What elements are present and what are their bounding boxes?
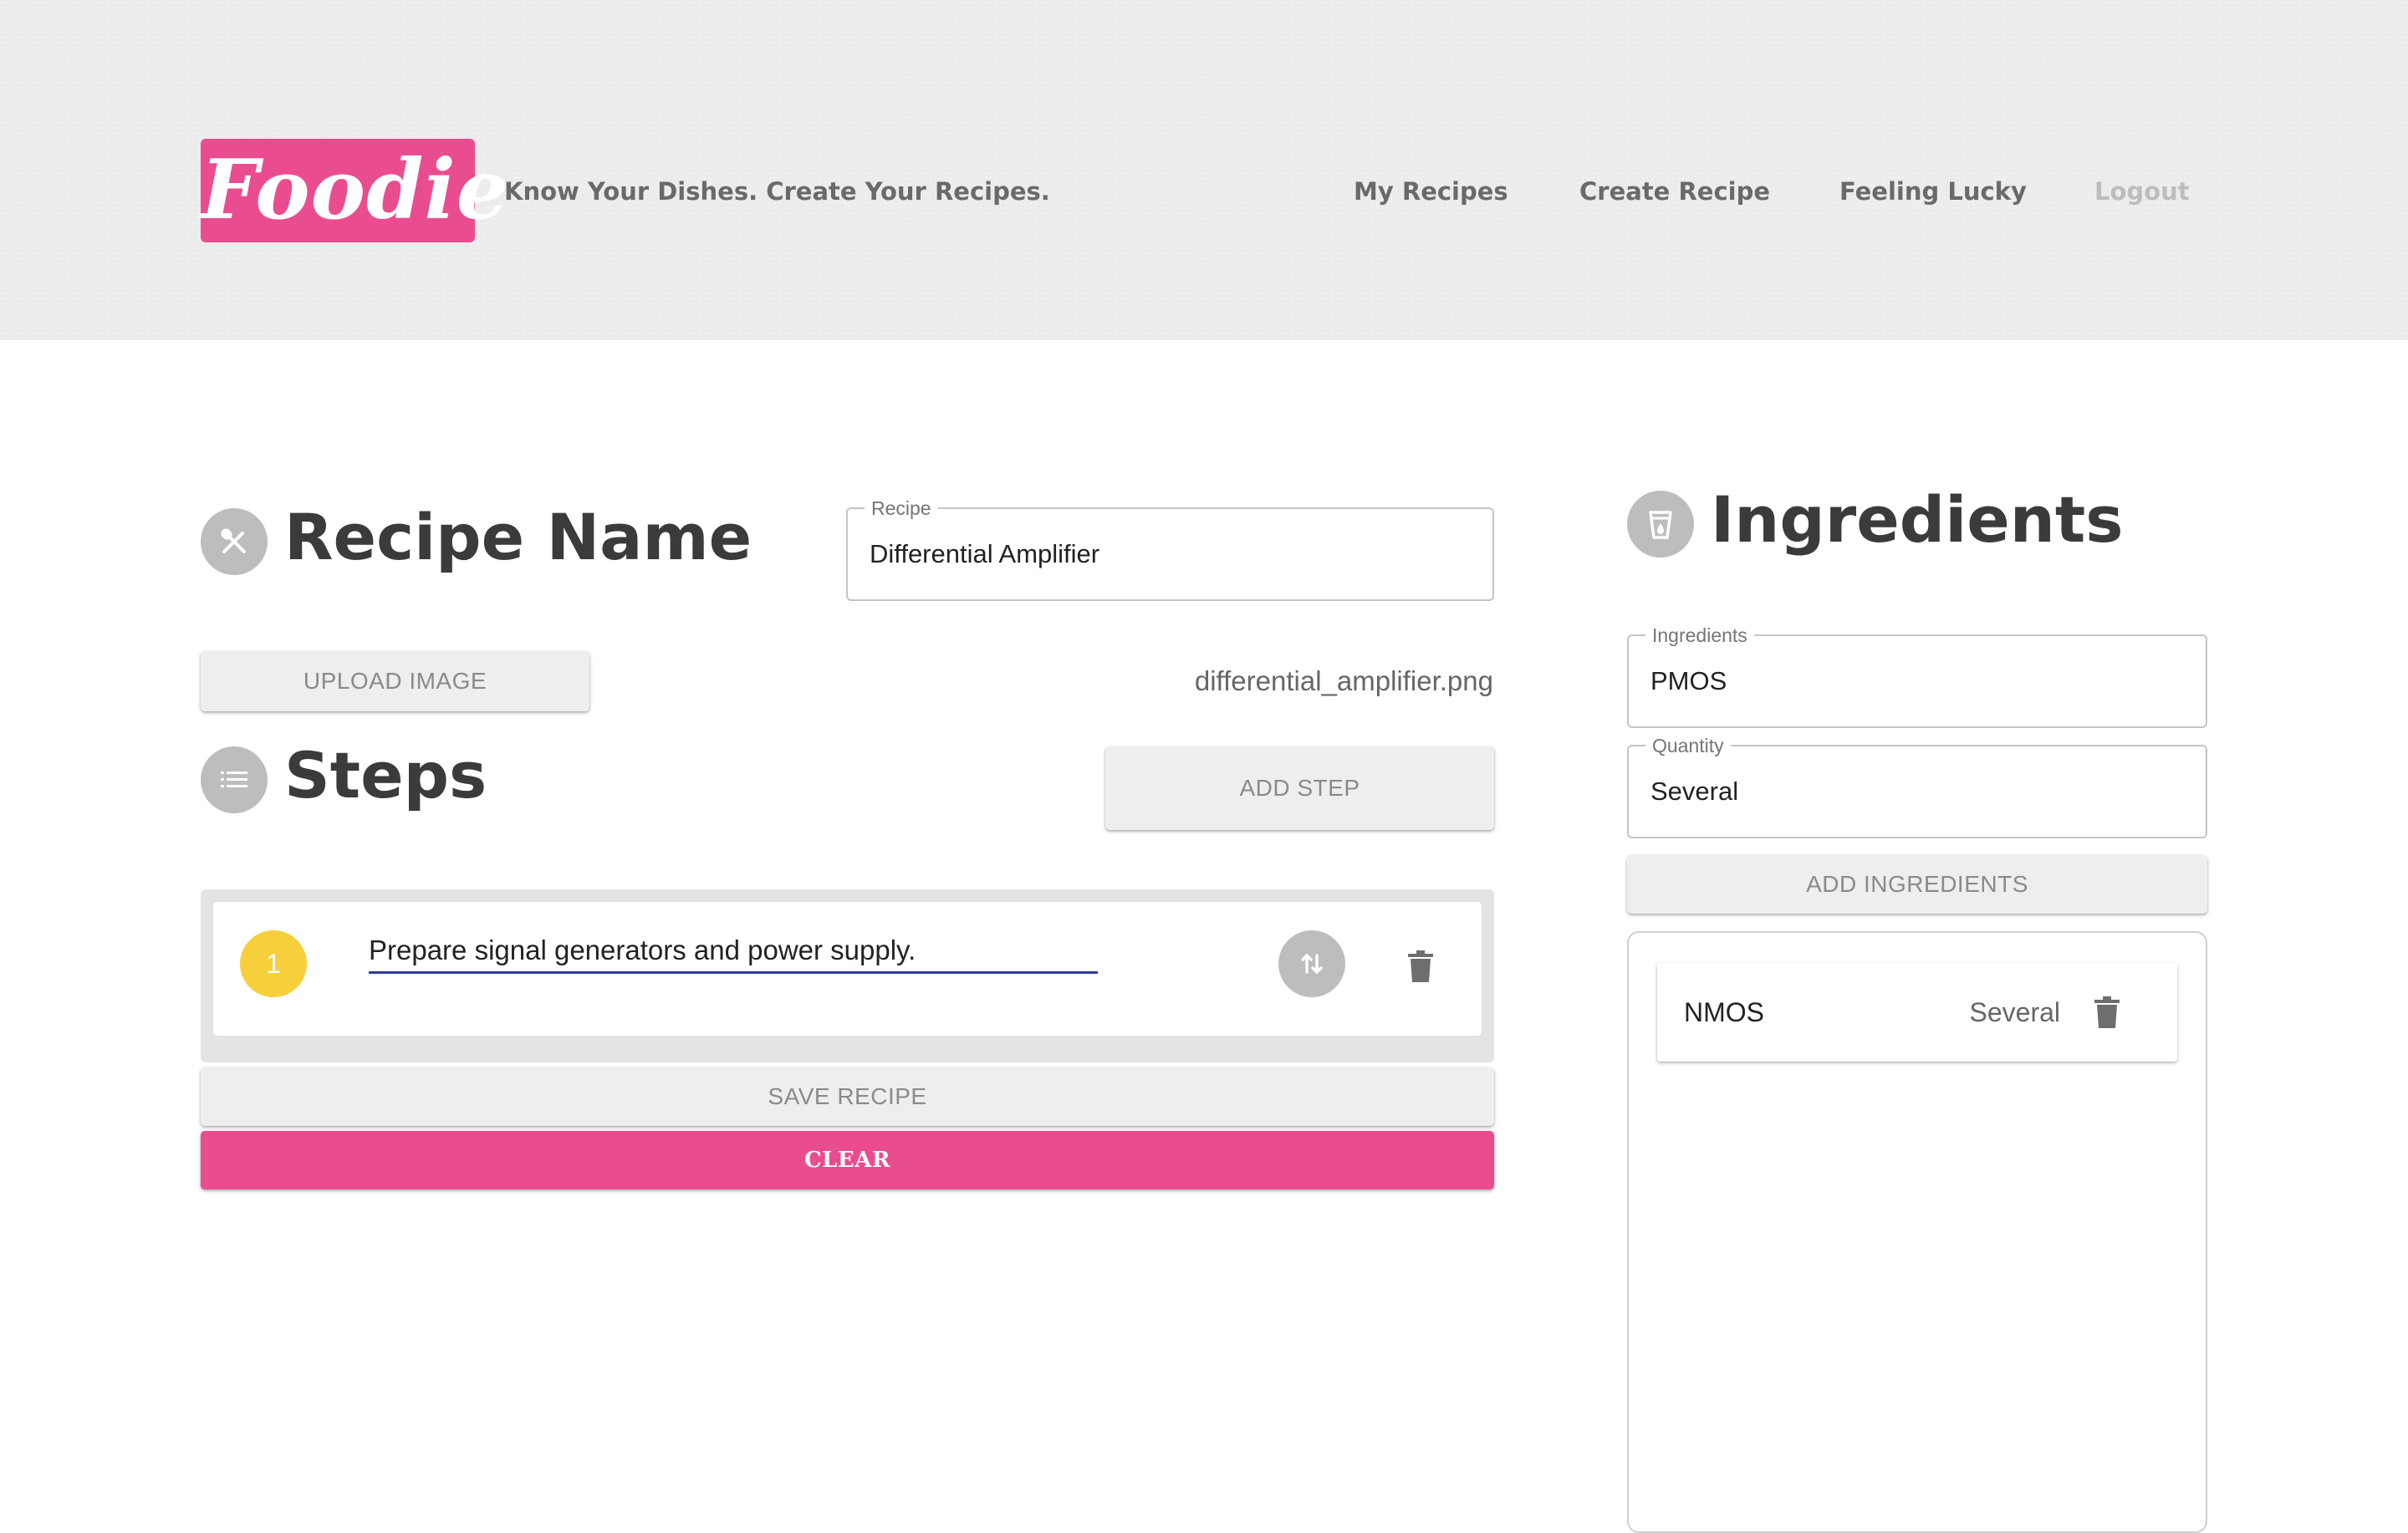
ingredient-item-name: NMOS xyxy=(1684,996,1764,1027)
save-recipe-button[interactable]: SAVE RECIPE xyxy=(201,1067,1494,1126)
cup-icon xyxy=(1627,491,1694,558)
foodie-logo[interactable]: Foodie xyxy=(201,139,508,242)
nav-my-recipes[interactable]: My Recipes xyxy=(1354,175,1508,208)
clear-button[interactable]: CLEAR xyxy=(201,1131,1494,1189)
add-step-button[interactable]: ADD STEP xyxy=(1105,746,1494,830)
ingredient-quantity-field[interactable]: Quantity Several xyxy=(1627,734,2207,838)
tagline: Know Your Dishes. Create Your Recipes. xyxy=(504,177,1050,206)
ingredient-item-quantity: Several xyxy=(1969,996,2061,1027)
step-number-badge: 1 xyxy=(240,930,307,997)
nav-logout[interactable]: Logout xyxy=(2094,175,2190,208)
swap-vertical-icon[interactable] xyxy=(1278,930,1345,997)
ingredient-name-field[interactable]: Ingredients PMOS xyxy=(1627,624,2207,728)
utensils-icon xyxy=(201,508,268,575)
add-ingredients-button[interactable]: ADD INGREDIENTS xyxy=(1627,855,2207,914)
uploaded-filename: differential_amplifier.png xyxy=(1194,665,1493,696)
ingredients-title: Ingredients xyxy=(1711,482,2124,557)
ingredient-item: NMOS Several xyxy=(1657,963,2177,1062)
step-item: 1 Prepare signal generators and power su… xyxy=(213,902,1482,1036)
nav-create-recipe[interactable]: Create Recipe xyxy=(1579,175,1770,208)
list-icon xyxy=(201,746,268,813)
ingredient-name-value[interactable]: PMOS xyxy=(1650,636,2189,726)
ingredients-list: NMOS Several xyxy=(1627,931,2207,1533)
recipe-field-value[interactable]: Differential Amplifier xyxy=(870,509,1476,599)
site-header: Foodie Know Your Dishes. Create Your Rec… xyxy=(0,0,2408,340)
nav-feeling-lucky[interactable]: Feeling Lucky xyxy=(1839,175,2027,208)
trash-icon[interactable] xyxy=(2094,996,2120,1032)
steps-list: 1 Prepare signal generators and power su… xyxy=(201,889,1494,1062)
upload-image-button[interactable]: UPLOAD IMAGE xyxy=(201,651,589,711)
ingredient-quantity-value[interactable]: Several xyxy=(1650,746,2189,837)
steps-title: Steps xyxy=(284,738,487,812)
recipe-name-title: Recipe Name xyxy=(284,500,752,574)
trash-icon[interactable] xyxy=(1408,950,1433,986)
step-text-input[interactable]: Prepare signal generators and power supp… xyxy=(369,927,1098,974)
recipe-name-field[interactable]: Recipe Differential Amplifier xyxy=(846,497,1494,601)
